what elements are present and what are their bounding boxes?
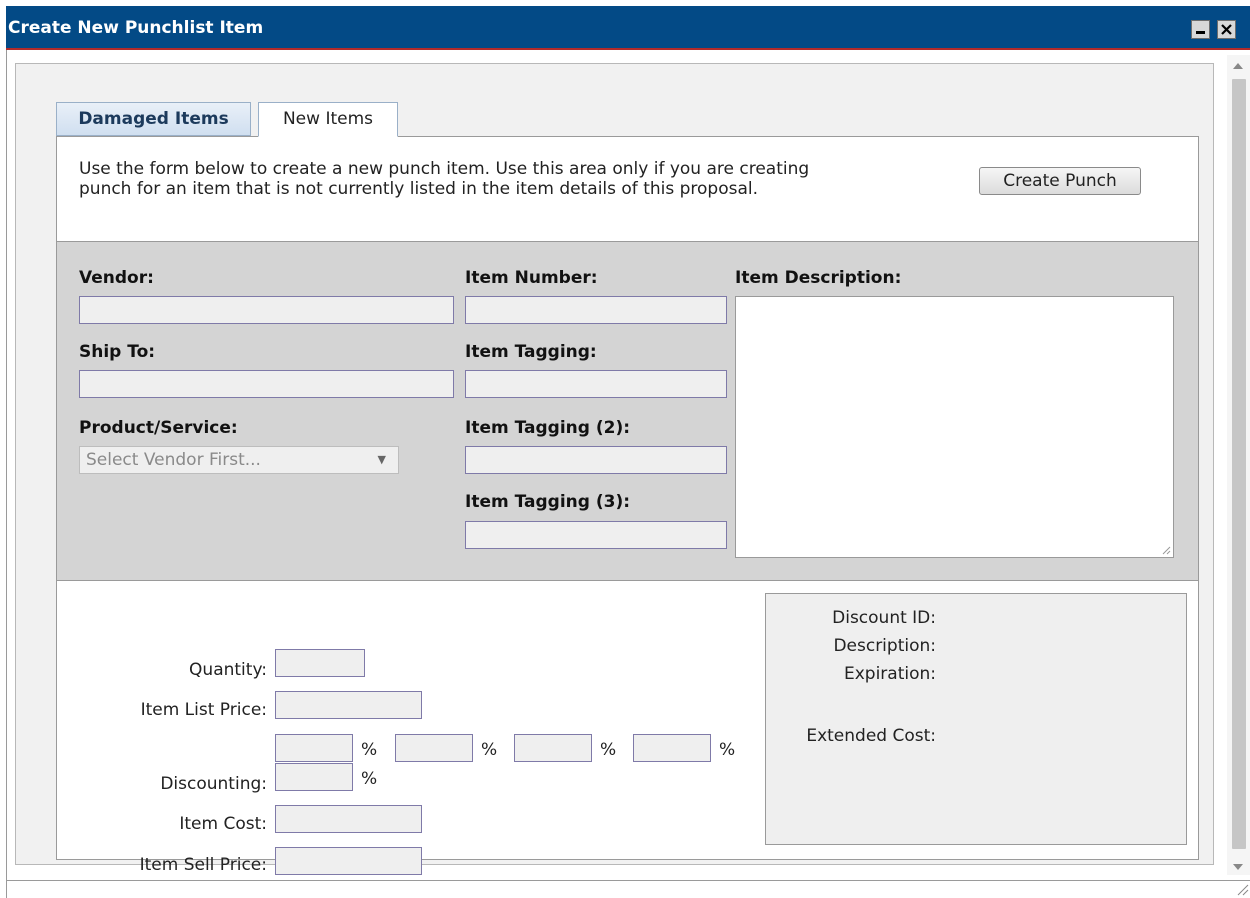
- percent-3-label: %: [600, 740, 617, 760]
- item-tagging-3-input[interactable]: [465, 521, 727, 549]
- item-tagging-2-input[interactable]: [465, 446, 727, 474]
- item-tagging-label: Item Tagging:: [465, 342, 597, 362]
- discount-2-input[interactable]: [395, 734, 473, 762]
- intro-line-1: Use the form below to create a new punch…: [79, 159, 810, 179]
- item-description-textarea[interactable]: [735, 296, 1174, 558]
- tab-new-items[interactable]: New Items: [258, 102, 398, 137]
- item-tagging-2-label: Item Tagging (2):: [465, 418, 631, 438]
- discount-description-label: Description:: [833, 636, 936, 656]
- new-items-panel: Use the form below to create a new punch…: [56, 136, 1199, 875]
- discount-id-label: Discount ID:: [832, 608, 936, 628]
- intro-text: Use the form below to create a new punch…: [79, 159, 979, 199]
- scrollbar-thumb[interactable]: [1232, 79, 1246, 849]
- close-icon: [1221, 24, 1232, 35]
- item-number-label: Item Number:: [465, 268, 598, 288]
- item-cost-label: Item Cost:: [179, 814, 267, 834]
- vertical-scrollbar[interactable]: [1227, 55, 1250, 875]
- item-number-input[interactable]: [465, 296, 727, 324]
- intro-line-2: punch for an item that is not currently …: [79, 179, 759, 199]
- outer-frame: Damaged Items New Items Use the form bel…: [15, 63, 1214, 875]
- product-service-selected: Select Vendor First...: [86, 450, 261, 470]
- product-service-select[interactable]: Select Vendor First... ▼: [79, 446, 399, 474]
- window-titlebar: Create New Punchlist Item: [6, 6, 1250, 50]
- item-tagging-3-label: Item Tagging (3):: [465, 492, 631, 512]
- scroll-up-arrow-icon[interactable]: [1233, 63, 1243, 69]
- scroll-down-arrow-icon[interactable]: [1233, 864, 1243, 870]
- percent-1-label: %: [361, 740, 378, 760]
- product-service-label: Product/Service:: [79, 418, 238, 438]
- dropdown-arrow-icon: ▼: [377, 453, 386, 466]
- ship-to-label: Ship To:: [79, 342, 156, 362]
- percent-4-label: %: [719, 740, 736, 760]
- window-title: Create New Punchlist Item: [8, 18, 264, 38]
- item-details-section: Vendor: Ship To: Product/Service: Select…: [57, 241, 1198, 581]
- percent-5-label: %: [361, 769, 378, 789]
- minimize-icon: [1196, 31, 1205, 34]
- item-list-price-label: Item List Price:: [140, 700, 267, 720]
- close-button[interactable]: [1217, 20, 1236, 39]
- quantity-input[interactable]: [275, 649, 365, 677]
- dialog-body: Damaged Items New Items Use the form bel…: [6, 50, 1250, 898]
- discounting-label: Discounting:: [160, 774, 267, 794]
- window-resize-grip-icon[interactable]: [1235, 882, 1249, 896]
- discount-expiration-label: Expiration:: [843, 664, 936, 684]
- ship-to-input[interactable]: [79, 370, 454, 398]
- extended-cost-label: Extended Cost:: [806, 726, 936, 746]
- item-cost-input[interactable]: [275, 805, 422, 833]
- discounting-input[interactable]: [275, 763, 353, 791]
- item-sell-price-input[interactable]: [275, 847, 422, 875]
- tab-damaged-items[interactable]: Damaged Items: [56, 102, 251, 136]
- item-tagging-input[interactable]: [465, 370, 727, 398]
- discount-3-input[interactable]: [514, 734, 592, 762]
- create-punch-button[interactable]: Create Punch: [979, 167, 1141, 195]
- minimize-button[interactable]: [1191, 20, 1210, 39]
- percent-2-label: %: [481, 740, 498, 760]
- discount-1-input[interactable]: [275, 734, 353, 762]
- vendor-label: Vendor:: [79, 268, 154, 288]
- quantity-label: Quantity:: [189, 660, 267, 680]
- item-sell-price-label: Item Sell Price:: [139, 855, 267, 875]
- item-list-price-input[interactable]: [275, 691, 422, 719]
- item-description-label: Item Description:: [735, 268, 902, 288]
- dialog-bottom-border: [7, 880, 1250, 881]
- discount-4-input[interactable]: [633, 734, 711, 762]
- discount-info-box: Discount ID: Description: Expiration: Ex…: [765, 593, 1187, 845]
- vendor-input[interactable]: [79, 296, 454, 324]
- resize-handle-icon[interactable]: [1161, 545, 1171, 555]
